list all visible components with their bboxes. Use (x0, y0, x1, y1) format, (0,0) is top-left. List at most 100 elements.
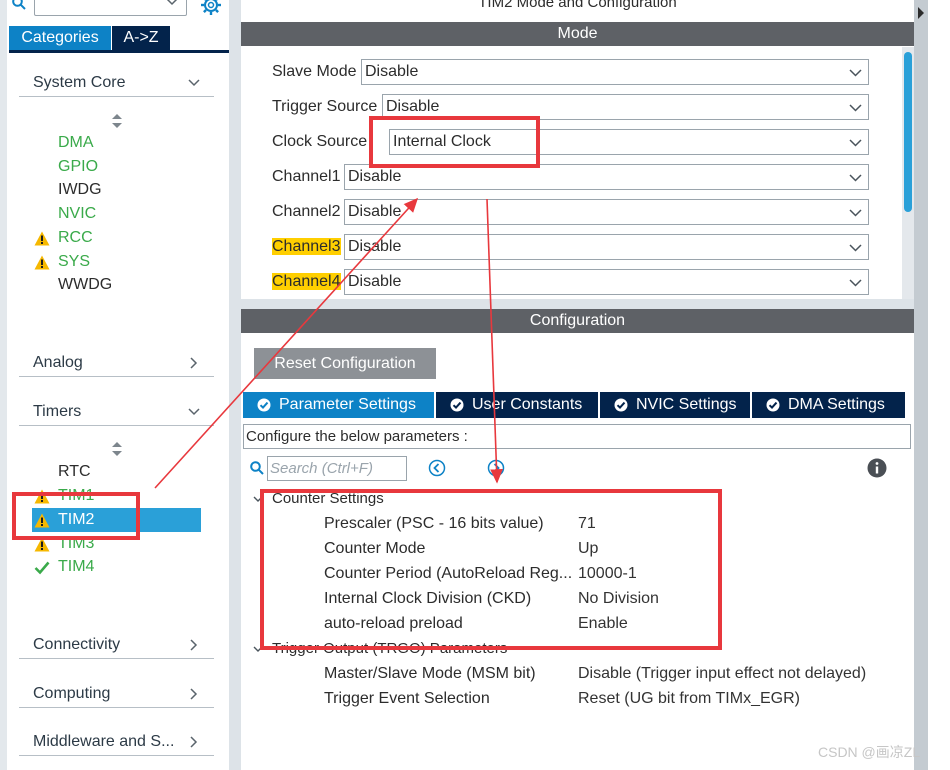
mode-row-channel3: Channel3 (272, 233, 341, 261)
field-label: Channel2 (272, 203, 341, 220)
mode-row-channel1: Channel1 (272, 163, 341, 191)
chevron-right-icon[interactable] (917, 6, 925, 20)
sort-icon[interactable] (110, 441, 124, 457)
chevron-down-icon (849, 104, 862, 112)
right-side-panel-toggle[interactable] (914, 0, 928, 770)
chevron-down-icon (188, 79, 200, 87)
param-row[interactable]: auto-reload preload Enable (324, 613, 884, 635)
warning-icon (34, 231, 50, 246)
tab-user-constants[interactable]: User Constants (436, 392, 598, 418)
select-value: Disable (365, 63, 419, 80)
chevron-down-icon (849, 279, 862, 287)
param-name: Counter Mode (324, 540, 426, 557)
warning-icon (34, 255, 50, 270)
tab-label: DMA Settings (788, 396, 885, 413)
tab-nvic-settings[interactable]: NVIC Settings (600, 392, 750, 418)
channel4-select[interactable]: Disable (344, 269, 869, 295)
category-label: Computing (33, 685, 111, 702)
category-computing[interactable]: Computing (19, 680, 214, 708)
channel3-select[interactable]: Disable (344, 234, 869, 260)
select-value: Internal Clock (393, 133, 491, 150)
clock-source-select[interactable]: Internal Clock (389, 129, 869, 155)
tab-label: User Constants (472, 396, 583, 413)
slave-mode-select[interactable]: Disable (361, 59, 869, 85)
chevron-right-icon (190, 639, 198, 651)
reset-configuration-button[interactable]: Reset Configuration (254, 348, 436, 379)
param-name: Prescaler (PSC - 16 bits value) (324, 515, 544, 532)
group-trigger-output[interactable]: Trigger Output (TRGO) Parameters (272, 640, 507, 658)
mode-section: Slave Mode Disable Trigger Source Disabl… (241, 47, 914, 299)
collapse-icon[interactable] (253, 494, 263, 504)
param-row[interactable]: Counter Period (AutoReload Reg... 10000-… (324, 563, 884, 585)
check-icon (34, 561, 50, 575)
tab-label: Parameter Settings (279, 396, 416, 413)
tab-a-to-z[interactable]: A->Z (112, 26, 170, 50)
select-value: Disable (386, 98, 440, 115)
configuration-header: Configuration (241, 309, 914, 333)
param-value: Reset (UG bit from TIMx_EGR) (578, 690, 800, 707)
stm32cubemx-window: Categories A->Z System Core DMA GPIO IWD… (0, 0, 950, 770)
chevron-down-icon (849, 244, 862, 252)
warning-icon (34, 489, 50, 504)
tab-parameter-settings[interactable]: Parameter Settings (243, 392, 434, 418)
section-separator[interactable] (241, 299, 914, 309)
category-timers[interactable]: Timers (19, 398, 214, 426)
param-name: Internal Clock Division (CKD) (324, 590, 532, 607)
field-label: Trigger Source (272, 98, 378, 115)
chevron-right-icon (190, 357, 198, 369)
category-label: Analog (33, 354, 83, 371)
categories-panel: Categories A->Z System Core DMA GPIO IWD… (0, 0, 229, 770)
left-panel-edge (0, 0, 7, 770)
check-circle-icon (450, 398, 464, 412)
category-search-input[interactable] (34, 0, 187, 16)
tab-categories[interactable]: Categories (9, 26, 111, 50)
chevron-right-icon (190, 688, 198, 700)
category-label: Middleware and S... (33, 733, 175, 750)
panel-splitter[interactable] (229, 0, 241, 770)
param-name: Trigger Event Selection (324, 690, 490, 707)
param-row[interactable]: Internal Clock Division (CKD) No Divisio… (324, 588, 884, 610)
param-name: auto-reload preload (324, 615, 463, 632)
category-connectivity[interactable]: Connectivity (19, 631, 214, 659)
tab-underline (9, 50, 229, 53)
field-label: Channel3 (272, 238, 341, 255)
check-circle-icon (766, 398, 780, 412)
previous-match-icon[interactable] (428, 459, 446, 477)
next-match-icon[interactable] (487, 459, 505, 477)
gear-icon[interactable] (200, 0, 222, 16)
tab-label: NVIC Settings (636, 396, 737, 413)
param-row[interactable]: Counter Mode Up (324, 538, 884, 560)
channel1-select[interactable]: Disable (344, 164, 869, 190)
parameter-search-input[interactable]: Search (Ctrl+F) (267, 456, 407, 481)
param-value: No Division (578, 590, 659, 607)
param-name: Counter Period (AutoReload Reg... (324, 565, 573, 582)
collapse-icon[interactable] (253, 644, 263, 654)
check-circle-icon (614, 398, 628, 412)
info-icon[interactable] (867, 458, 887, 478)
chevron-down-icon (849, 139, 862, 147)
channel2-select[interactable]: Disable (344, 199, 869, 225)
chevron-down-icon[interactable] (166, 0, 178, 8)
category-middleware[interactable]: Middleware and S... (19, 728, 214, 756)
group-counter-settings[interactable]: Counter Settings (272, 490, 384, 508)
param-row[interactable]: Prescaler (PSC - 16 bits value) 71 (324, 513, 884, 535)
param-value: Up (578, 540, 599, 557)
param-row[interactable]: Master/Slave Mode (MSM bit) Disable (Tri… (324, 663, 884, 685)
search-icon (12, 0, 26, 10)
mode-row-channel4: Channel4 (272, 268, 341, 296)
tab-dma-settings[interactable]: DMA Settings (752, 392, 905, 418)
param-value: 71 (578, 515, 596, 532)
chevron-right-icon (190, 736, 198, 748)
chevron-down-icon (849, 174, 862, 182)
chevron-down-icon (849, 69, 862, 77)
category-analog[interactable]: Analog (19, 349, 214, 377)
sort-icon[interactable] (110, 113, 124, 129)
trigger-source-select[interactable]: Disable (382, 94, 869, 120)
search-icon (250, 461, 264, 475)
mode-scrollbar-thumb[interactable] (904, 52, 912, 212)
panel-title: TIM2 Mode and Configuration (478, 0, 677, 11)
chevron-down-icon (849, 209, 862, 217)
category-system-core[interactable]: System Core (19, 69, 214, 97)
warning-icon (34, 537, 50, 552)
param-row[interactable]: Trigger Event Selection Reset (UG bit fr… (324, 688, 884, 710)
